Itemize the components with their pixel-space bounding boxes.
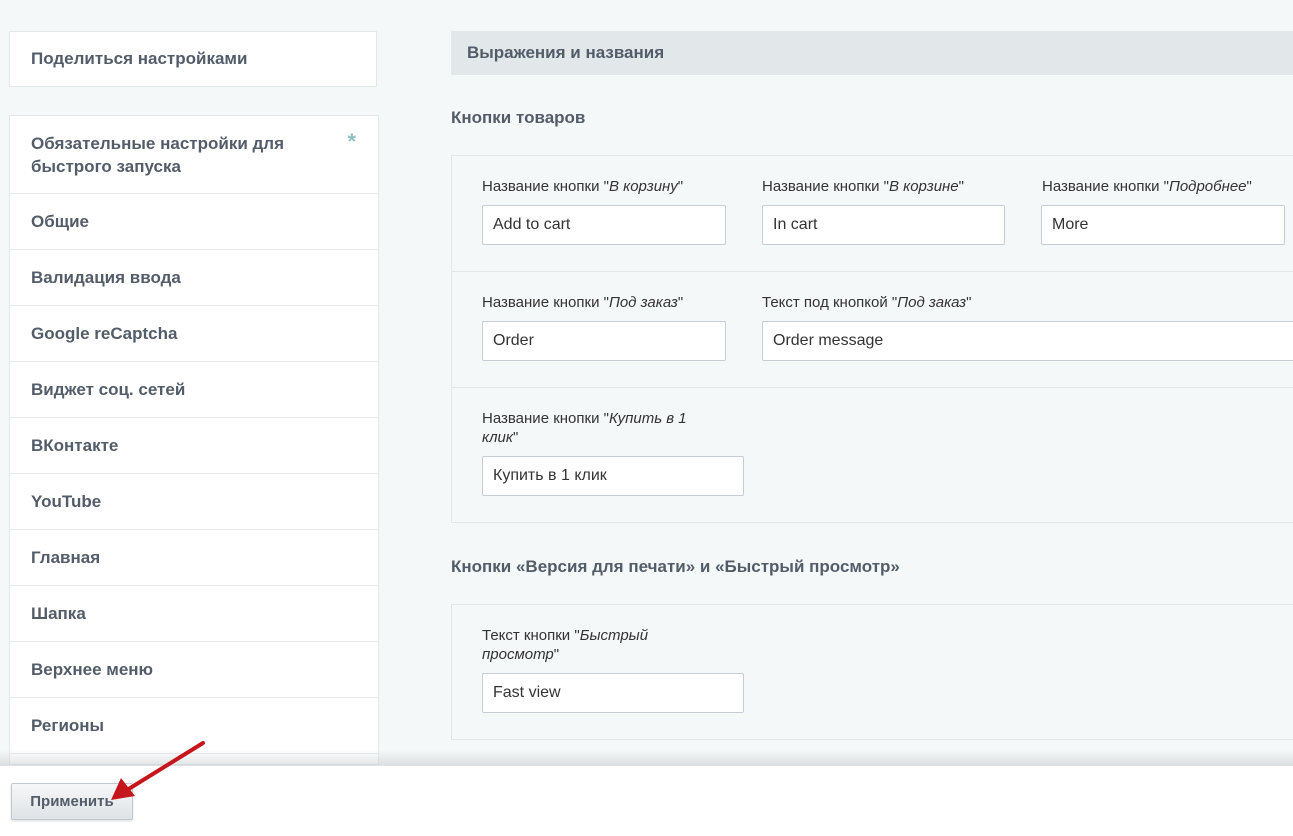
menu-item-top-menu[interactable]: Верхнее меню (10, 642, 378, 698)
fields-panel: Название кнопки "В корзину" Название кно… (451, 155, 1293, 272)
menu-item-label: Обязательные настройки для быстрого запу… (31, 134, 285, 176)
group-title-print-quickview: Кнопки «Версия для печати» и «Быстрый пр… (451, 557, 900, 576)
more-input[interactable] (1041, 205, 1285, 245)
menu-item-recaptcha[interactable]: Google reCaptcha (10, 306, 378, 362)
arrow-shaft (125, 741, 205, 792)
menu-item-social-widget[interactable]: Виджет соц. сетей (10, 362, 378, 418)
annotation-arrow-icon (111, 741, 205, 800)
field-label: Текст под кнопкой "Под заказ" (762, 294, 972, 311)
group-title-product-buttons: Кнопки товаров (451, 108, 586, 127)
field-order-message: Текст под кнопкой "Под заказ" (762, 293, 971, 312)
menu-item-quick-start[interactable]: Обязательные настройки для быстрого запу… (10, 116, 378, 194)
order-input[interactable] (482, 321, 726, 361)
field-buy-one-click: Название кнопки "Купить в 1 клик" (482, 409, 722, 447)
menu-item-label: ВКонтакте (31, 435, 119, 455)
menu-item-label: Google reCaptcha (31, 323, 178, 343)
menu-item-label: YouTube (31, 491, 102, 511)
add-to-cart-input[interactable] (482, 205, 726, 245)
field-add-to-cart: Название кнопки "В корзину" (482, 177, 683, 196)
order-message-input[interactable] (762, 321, 1293, 361)
share-settings-link[interactable]: Поделиться настройками (9, 31, 377, 87)
required-asterisk-icon: * (347, 129, 356, 154)
menu-item-label: Главная (31, 547, 101, 567)
field-order: Название кнопки "Под заказ" (482, 293, 683, 312)
fast-view-input[interactable] (482, 673, 744, 713)
menu-item-vkontakte[interactable]: ВКонтакте (10, 418, 378, 474)
menu-item-label: Шапка (31, 603, 86, 623)
menu-item-label: Валидация ввода (31, 267, 181, 287)
share-settings-label: Поделиться настройками (31, 49, 248, 68)
field-label: Название кнопки "В корзине" (762, 178, 964, 195)
field-label: Название кнопки "Купить в 1 клик" (482, 410, 687, 446)
section-title: Выражения и названия (467, 43, 665, 62)
menu-item-label: Верхнее меню (31, 659, 154, 679)
fields-panel: Название кнопки "Под заказ" Текст под кн… (451, 271, 1293, 388)
buy-one-click-input[interactable] (482, 456, 744, 496)
in-cart-input[interactable] (762, 205, 1005, 245)
menu-item-label: Регионы (31, 715, 105, 735)
section-header: Выражения и названия (451, 31, 1293, 75)
menu-item-header[interactable]: Шапка (10, 586, 378, 642)
menu-item-input-validation[interactable]: Валидация ввода (10, 250, 378, 306)
field-label: Название кнопки "В корзину" (482, 178, 684, 195)
field-label: Название кнопки "Под заказ" (482, 294, 684, 311)
field-label: Название кнопки "Подробнее" (1042, 178, 1252, 195)
field-in-cart: Название кнопки "В корзине" (762, 177, 964, 196)
fields-panel: Название кнопки "Купить в 1 клик" (451, 387, 1293, 523)
field-more: Название кнопки "Подробнее" (1042, 177, 1252, 196)
field-fast-view: Текст кнопки "Быстрый просмотр" (482, 626, 712, 664)
fields-panel: Текст кнопки "Быстрый просмотр" (451, 604, 1293, 740)
settings-menu: Обязательные настройки для быстрого запу… (9, 115, 379, 765)
field-label: Текст кнопки "Быстрый просмотр" (482, 627, 649, 663)
menu-item-label: Виджет соц. сетей (31, 379, 186, 399)
menu-item-label: Общие (31, 211, 89, 231)
menu-item-general[interactable]: Общие (10, 194, 378, 250)
menu-item-youtube[interactable]: YouTube (10, 474, 378, 530)
menu-item-main-page[interactable]: Главная (10, 530, 378, 586)
